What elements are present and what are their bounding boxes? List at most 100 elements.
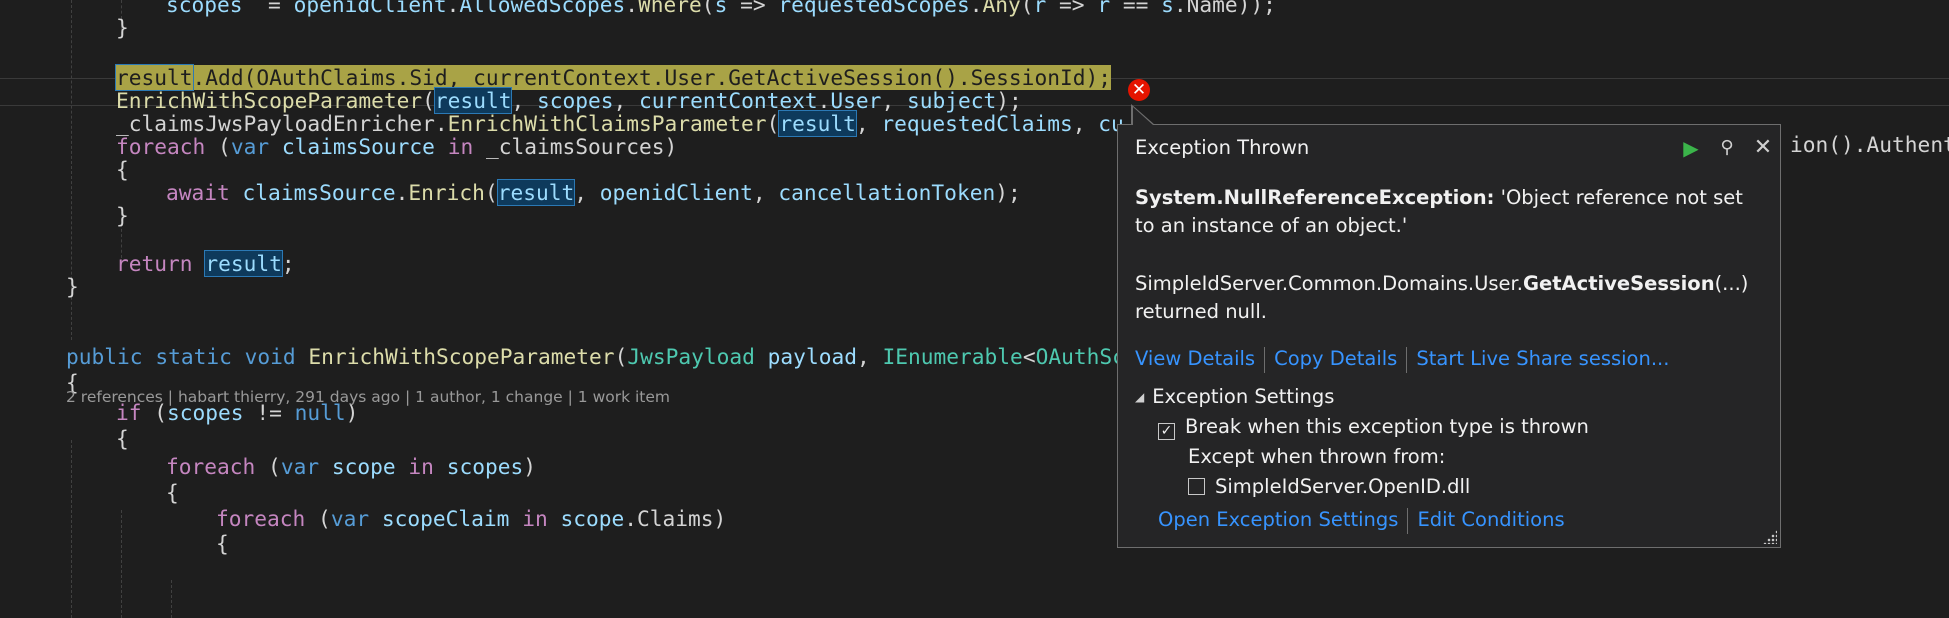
exception-type: System.NullReferenceException: bbox=[1135, 186, 1495, 209]
code-token: ; bbox=[281, 251, 295, 276]
code-token: ( bbox=[766, 111, 780, 136]
code-token: cancellationToken bbox=[778, 180, 996, 205]
module-exclusion-row[interactable]: SimpleIdServer.OpenID.dll bbox=[1188, 473, 1470, 501]
module-checkbox[interactable] bbox=[1188, 478, 1205, 495]
break-when-thrown-row[interactable]: ✓ Break when this exception type is throw… bbox=[1158, 413, 1589, 441]
except-when-label: Except when thrown from: bbox=[1188, 445, 1446, 468]
code-token: ( bbox=[1020, 0, 1034, 17]
code-token: => bbox=[727, 0, 779, 17]
copy-details-link[interactable]: Copy Details bbox=[1274, 347, 1397, 370]
code-line[interactable]: foreach (var scope in scopes) bbox=[166, 453, 536, 481]
code-token: < bbox=[1022, 344, 1036, 369]
code-token: . bbox=[625, 0, 639, 17]
code-line[interactable]: foreach (var claimsSource in _claimsSour… bbox=[116, 133, 677, 161]
code-token: Any bbox=[982, 0, 1021, 17]
code-token: ( bbox=[614, 344, 628, 369]
indent-guide bbox=[121, 510, 122, 618]
code-line[interactable]: public static void EnrichWithScopeParame… bbox=[66, 343, 1125, 371]
code-token: } bbox=[116, 15, 129, 40]
code-line[interactable]: foreach (var scopeClaim in scope.Claims) bbox=[216, 505, 726, 533]
code-token: . bbox=[446, 0, 460, 17]
code-token: in bbox=[408, 454, 434, 479]
popup-title: Exception Thrown bbox=[1135, 136, 1310, 159]
code-token: requestedScopes bbox=[778, 0, 970, 17]
code-line[interactable]: } bbox=[116, 202, 129, 230]
code-line[interactable]: { bbox=[216, 530, 229, 558]
error-x-icon[interactable]: ✕ bbox=[1128, 79, 1150, 101]
code-token: var bbox=[330, 506, 370, 531]
code-token: , bbox=[752, 180, 779, 205]
code-line[interactable]: } bbox=[66, 273, 79, 301]
code-token: . bbox=[969, 0, 983, 17]
code-token: ( bbox=[701, 0, 715, 17]
code-token: . bbox=[395, 180, 409, 205]
popup-pointer-inner bbox=[1133, 107, 1153, 125]
code-token: == bbox=[1110, 0, 1162, 17]
code-token: scope bbox=[560, 506, 625, 531]
code-token: Enrich bbox=[408, 180, 485, 205]
code-token: foreach bbox=[216, 506, 306, 531]
close-icon[interactable]: ✕ bbox=[1750, 135, 1776, 161]
code-token: ) bbox=[523, 454, 536, 479]
open-exception-settings-link[interactable]: Open Exception Settings bbox=[1158, 508, 1398, 531]
break-checkbox[interactable]: ✓ bbox=[1158, 423, 1175, 440]
code-token: scope bbox=[331, 454, 396, 479]
returned-prefix: SimpleIdServer.Common.Domains.User. bbox=[1135, 272, 1523, 295]
returned-null-info: SimpleIdServer.Common.Domains.User.GetAc… bbox=[1135, 270, 1755, 326]
code-token: static bbox=[155, 344, 232, 369]
code-token: result bbox=[778, 110, 857, 137]
code-line[interactable]: await claimsSource.Enrich(result, openid… bbox=[166, 179, 1021, 207]
code-token: } bbox=[66, 274, 79, 299]
code-token: = bbox=[242, 0, 294, 17]
code-token: , bbox=[1072, 111, 1099, 136]
code-token: ( bbox=[305, 506, 331, 531]
code-token: _claimsSources) bbox=[473, 134, 678, 159]
exception-settings-label: Exception Settings bbox=[1152, 385, 1335, 408]
pin-icon[interactable]: ⚲ bbox=[1714, 135, 1740, 161]
exception-message: System.NullReferenceException: 'Object r… bbox=[1135, 184, 1755, 240]
code-token: { bbox=[116, 426, 129, 451]
view-details-link[interactable]: View Details bbox=[1135, 347, 1255, 370]
code-token: await bbox=[166, 180, 230, 205]
edit-conditions-link[interactable]: Edit Conditions bbox=[1417, 508, 1564, 531]
code-line[interactable]: { bbox=[116, 156, 129, 184]
code-token: return bbox=[116, 251, 193, 276]
code-token: { bbox=[166, 480, 179, 505]
code-token: EnrichWithScopeParameter bbox=[308, 344, 615, 369]
exception-settings-header[interactable]: ◢ Exception Settings bbox=[1135, 383, 1334, 411]
code-token: => bbox=[1046, 0, 1098, 17]
divider bbox=[1264, 346, 1266, 373]
code-line[interactable]: return result; bbox=[116, 250, 295, 278]
codelens-info[interactable]: 2 references | habart thierry, 291 days … bbox=[66, 387, 670, 407]
code-token: JwsPayload bbox=[627, 344, 755, 369]
code-token: r bbox=[1033, 0, 1047, 17]
indent-guide bbox=[171, 580, 172, 618]
code-token: requestedClaims bbox=[881, 111, 1073, 136]
code-token: ( bbox=[205, 134, 231, 159]
code-token: var bbox=[230, 134, 270, 159]
exception-helper-popup: Exception Thrown ▶ ⚲ ✕ System.NullRefere… bbox=[1117, 124, 1781, 548]
continue-play-icon[interactable]: ▶ bbox=[1678, 135, 1704, 161]
code-token: ( bbox=[484, 180, 498, 205]
resize-grip-icon[interactable] bbox=[1763, 530, 1777, 544]
code-line[interactable]: } bbox=[116, 14, 129, 42]
code-token: scopes bbox=[446, 454, 524, 479]
collapse-triangle-icon[interactable]: ◢ bbox=[1135, 383, 1144, 411]
code-token: IEnumerable bbox=[882, 344, 1023, 369]
popup-links: View Details Copy Details Start Live Share… bbox=[1135, 345, 1669, 373]
code-line[interactable]: scopes = openidClient.AllowedScopes.Wher… bbox=[166, 0, 1276, 19]
code-token: public bbox=[66, 344, 143, 369]
code-token: in bbox=[447, 134, 474, 159]
code-token: .Name)); bbox=[1173, 0, 1276, 17]
code-line[interactable]: { bbox=[166, 479, 179, 507]
code-token: payload bbox=[767, 344, 857, 369]
code-line[interactable]: { bbox=[116, 425, 129, 453]
code-token: openidClient bbox=[293, 0, 447, 17]
live-share-link[interactable]: Start Live Share session... bbox=[1416, 347, 1669, 370]
